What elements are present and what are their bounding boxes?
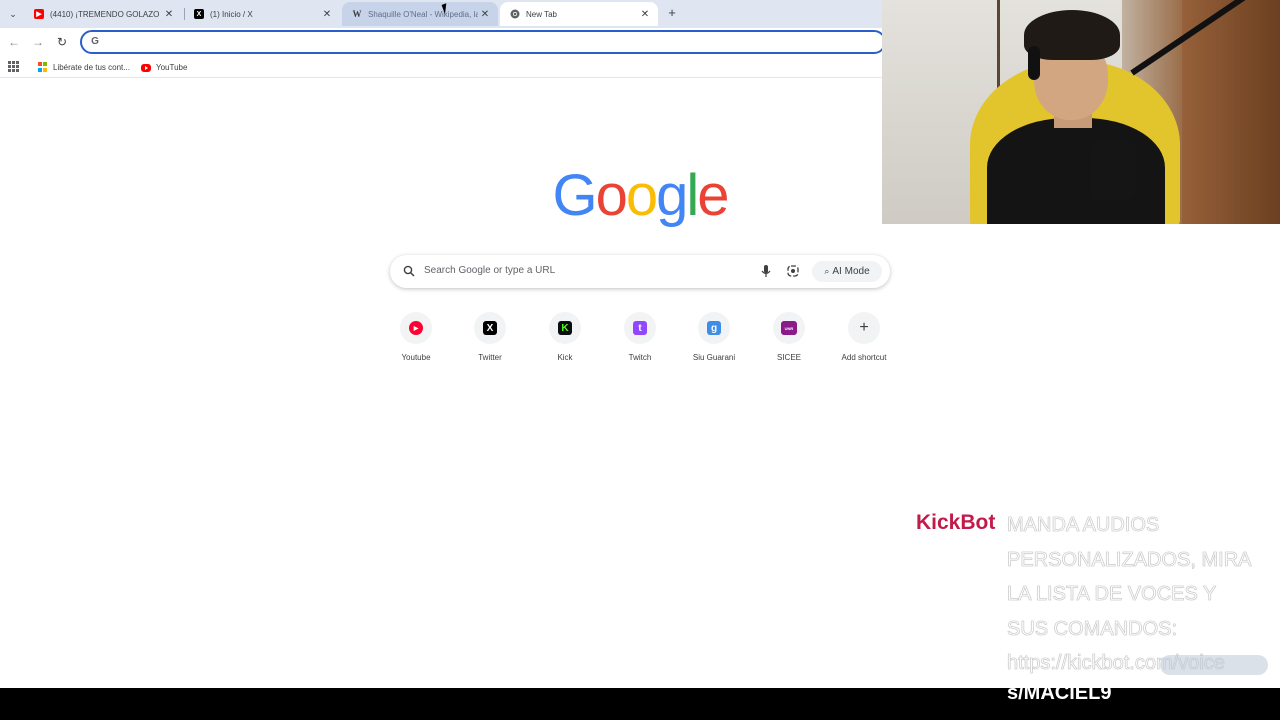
tab-search-chevron-icon[interactable]: ⌄: [4, 5, 22, 23]
shortcut-youtube[interactable]: ▶ Youtube: [378, 310, 454, 368]
wikipedia-icon: W: [352, 9, 362, 19]
google-logo: Google: [552, 163, 729, 228]
tab-close-icon[interactable]: ✕: [478, 9, 492, 20]
back-arrow-icon[interactable]: ←: [6, 34, 22, 50]
tab-title: (4410) ¡TREMENDO GOLAZO D: [50, 9, 162, 19]
shortcut-label: SICEE: [776, 353, 801, 362]
shortcut-label: Add shortcut: [841, 353, 887, 362]
ai-mode-search-icon: ⌕: [824, 266, 830, 276]
shortcut-twitch[interactable]: t Twitch: [602, 310, 678, 368]
bookmark-microsoft[interactable]: Libérate de tus cont...: [38, 60, 130, 74]
bookmark-label: YouTube: [156, 62, 188, 72]
tab-youtube[interactable]: ▶ (4410) ¡TREMENDO GOLAZO D ✕: [24, 2, 182, 26]
toolbar: ← → ↻ G: [0, 28, 886, 56]
tab-x[interactable]: X (1) Inicio / X ✕: [184, 2, 340, 26]
reload-icon[interactable]: ↻: [54, 34, 70, 50]
search-placeholder: Search Google or type a URL: [424, 265, 556, 276]
bookmark-label: Libérate de tus cont...: [53, 62, 130, 72]
shortcut-tile: t: [624, 312, 656, 344]
kickbot-message-line: SUS COMANDOS:: [1007, 617, 1178, 640]
sicee-icon: UNR: [781, 321, 797, 335]
shortcut-tile: UNR: [773, 312, 805, 344]
shortcut-label: Twitter: [478, 353, 502, 362]
x-icon: X: [483, 321, 497, 335]
tab-wikipedia[interactable]: W Shaquille O'Neal - Wikipedia, la ✕: [342, 2, 498, 26]
kickbot-message-last-line: s/MACIEL9: [1007, 682, 1112, 704]
address-bar[interactable]: G: [80, 30, 886, 54]
tab-close-icon[interactable]: ✕: [162, 9, 176, 20]
tab-close-icon[interactable]: ✕: [638, 9, 652, 20]
x-icon: X: [194, 9, 204, 19]
webcam-feed: [882, 0, 1280, 224]
microphone-icon[interactable]: [760, 264, 772, 278]
ntp-search-box[interactable]: Search Google or type a URL ⌕ AI Mode: [390, 255, 890, 288]
shortcut-tile: g: [698, 312, 730, 344]
plus-icon: +: [859, 319, 869, 336]
bookmarks-bar: Libérate de tus cont... YouTube: [0, 56, 882, 78]
kick-icon: K: [558, 321, 572, 335]
search-icon: [403, 265, 415, 277]
tab-title: New Tab: [526, 9, 557, 19]
kickbot-message-line: MANDA AUDIOS: [1007, 514, 1160, 537]
kickbot-name: KickBot: [916, 511, 996, 534]
shortcut-siu-guarani[interactable]: g Siu Guarani: [676, 310, 752, 368]
shortcut-tile: ▶: [400, 312, 432, 344]
customize-chrome-button[interactable]: [1160, 655, 1268, 675]
kickbot-message-line: PERSONALIZADOS, MIRA: [1007, 548, 1252, 571]
youtube-icon: [141, 63, 151, 72]
microsoft-icon: [38, 62, 48, 72]
shortcut-label: Youtube: [401, 353, 431, 362]
forward-arrow-icon[interactable]: →: [30, 34, 46, 50]
shortcut-sicee[interactable]: UNR SICEE: [751, 310, 827, 368]
chrome-icon: [510, 9, 520, 19]
ai-mode-button[interactable]: ⌕ AI Mode: [812, 261, 882, 282]
shortcut-tile: X: [474, 312, 506, 344]
google-lens-icon[interactable]: [787, 265, 799, 277]
kickbot-message-line: LA LISTA DE VOCES Y: [1007, 583, 1217, 606]
tab-close-icon[interactable]: ✕: [320, 9, 334, 20]
tab-title: Shaquille O'Neal - Wikipedia, la: [368, 9, 478, 19]
shortcut-label: Twitch: [628, 353, 652, 362]
tab-new-tab[interactable]: New Tab ✕: [500, 2, 658, 26]
shortcut-kick[interactable]: K Kick: [527, 310, 603, 368]
tab-title: (1) Inicio / X: [210, 9, 253, 19]
bookmark-youtube[interactable]: YouTube: [141, 60, 187, 74]
shortcut-twitter[interactable]: X Twitter: [452, 310, 528, 368]
screen: ⌄ ▶ (4410) ¡TREMENDO GOLAZO D ✕ X (1) In…: [0, 0, 1280, 720]
shortcut-label: Siu Guarani: [692, 353, 736, 362]
youtube-icon: ▶: [34, 9, 44, 19]
shortcut-add[interactable]: + Add shortcut: [826, 310, 902, 368]
youtube-icon: ▶: [409, 321, 423, 335]
shortcut-tile: +: [848, 312, 880, 344]
siu-guarani-icon: g: [707, 321, 721, 335]
shortcut-label: Kick: [557, 353, 573, 362]
twitch-icon: t: [633, 321, 647, 335]
ai-mode-label: AI Mode: [832, 266, 870, 277]
apps-grid-icon[interactable]: [8, 61, 19, 72]
google-g-icon: G: [91, 36, 99, 47]
new-tab-button[interactable]: +: [664, 5, 680, 21]
shortcut-tile: K: [549, 312, 581, 344]
